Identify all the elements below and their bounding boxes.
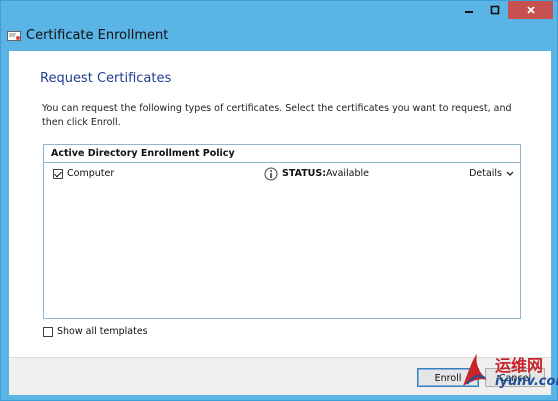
maximize-icon <box>490 5 500 15</box>
certificate-name: Computer <box>67 168 115 179</box>
minimize-icon <box>465 11 473 13</box>
details-label: Details <box>469 168 502 179</box>
dialog-content: Request Certificates You can request the… <box>9 51 551 395</box>
window-controls <box>456 1 553 19</box>
page-heading: Request Certificates <box>40 71 172 86</box>
details-toggle[interactable]: Details <box>469 168 514 179</box>
certificate-icon <box>7 31 21 41</box>
window-title: Certificate Enrollment <box>26 28 169 43</box>
status-label: STATUS: <box>282 168 327 179</box>
show-all-templates-label: Show all templates <box>57 326 148 337</box>
page-description: You can request the following types of c… <box>42 103 512 128</box>
certificate-row: Computer STATUS: Available Details <box>44 163 520 187</box>
certificate-enrollment-window: Certificate Enrollment Request Certifica… <box>0 0 558 401</box>
info-icon <box>264 167 278 181</box>
policy-header: Active Directory Enrollment Policy <box>44 145 520 163</box>
site-watermark: 运维网 iyunv.com <box>459 350 558 398</box>
watermark-logo-icon <box>463 354 487 386</box>
close-button[interactable] <box>508 1 553 19</box>
title-bar[interactable]: Certificate Enrollment <box>1 1 558 51</box>
show-all-templates-checkbox[interactable] <box>43 326 53 337</box>
watermark-cn-text: 运维网 <box>495 356 544 375</box>
status-value: Available <box>326 168 370 179</box>
computer-checkbox[interactable] <box>53 169 63 179</box>
enrollment-policy-list: Active Directory Enrollment Policy Compu… <box>43 144 521 319</box>
show-all-templates-option[interactable]: Show all templates <box>43 326 148 337</box>
watermark-en-text: iyunv.com <box>495 374 558 389</box>
chevron-down-icon <box>506 171 514 176</box>
close-icon <box>526 6 535 14</box>
minimize-button[interactable] <box>456 1 482 19</box>
maximize-button[interactable] <box>482 1 508 19</box>
